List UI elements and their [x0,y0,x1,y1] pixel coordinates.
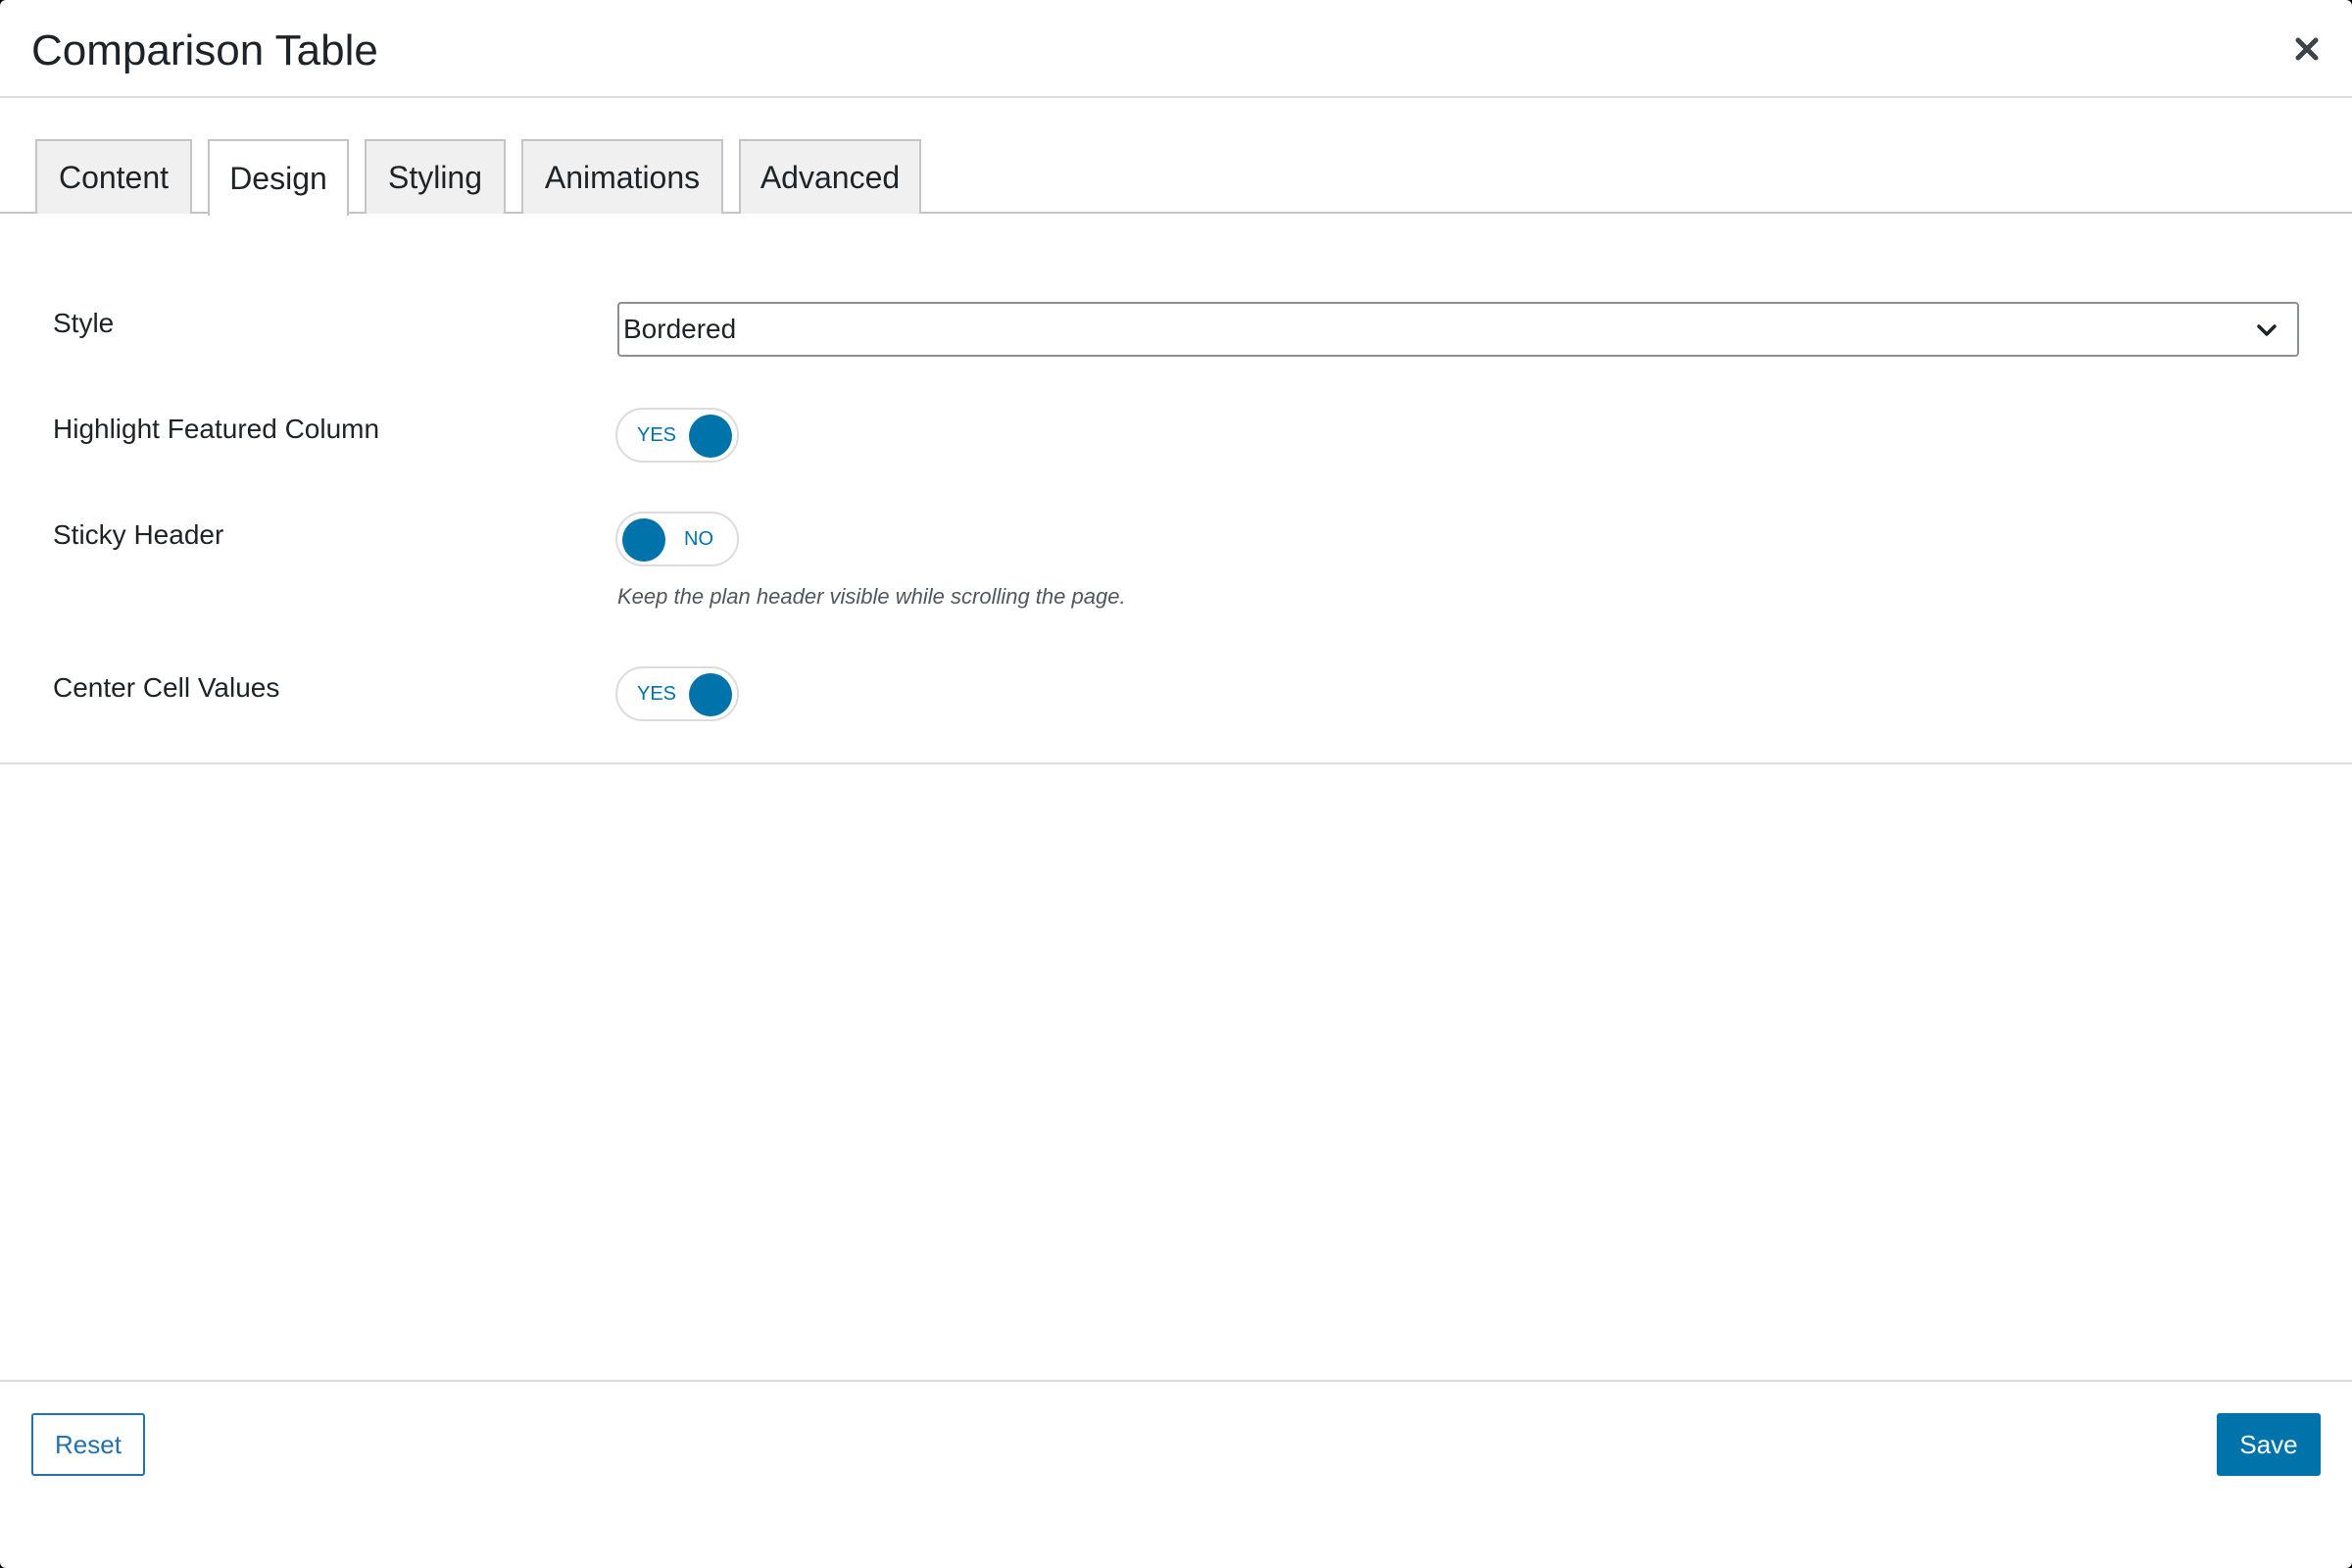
sticky-header-label: Sticky Header [53,519,224,550]
close-icon [2295,37,2319,61]
toggle-state-text: YES [637,683,677,705]
save-button[interactable]: Save [2217,1413,2321,1476]
toggle-knob [689,673,732,716]
comparison-table-dialog: Comparison Table Content Design Styling … [0,0,2352,1568]
dialog-title: Comparison Table [31,26,378,74]
tab-bar: Content Design Styling Animations Advanc… [0,98,2352,216]
highlight-featured-column-label: Highlight Featured Column [53,414,380,444]
chevron-down-icon [2257,324,2277,336]
tab-styling[interactable]: Styling [365,139,506,214]
close-button[interactable] [2285,27,2328,71]
design-settings-form: Style Bordered Highlight Featured Column… [0,214,2352,764]
sticky-header-help-text: Keep the plan header visible while scrol… [617,584,1126,609]
highlight-featured-column-toggle[interactable]: YES [615,408,739,463]
dialog-footer: Reset Save [0,1380,2352,1568]
toggle-knob [622,518,665,562]
reset-button[interactable]: Reset [31,1413,145,1476]
tab-content[interactable]: Content [35,139,192,214]
style-select[interactable]: Bordered [617,302,2299,357]
tab-advanced[interactable]: Advanced [739,139,921,214]
sticky-header-toggle[interactable]: NO [615,512,739,566]
style-select-value: Bordered [623,314,737,344]
tab-animations[interactable]: Animations [521,139,723,214]
toggle-state-text: NO [684,528,713,550]
center-cell-values-label: Center Cell Values [53,672,280,703]
center-cell-values-toggle[interactable]: YES [615,666,739,721]
style-label: Style [53,308,115,338]
toggle-state-text: YES [637,424,677,446]
dialog-header: Comparison Table [0,0,2352,98]
toggle-knob [689,415,732,458]
tab-design[interactable]: Design [208,139,349,216]
